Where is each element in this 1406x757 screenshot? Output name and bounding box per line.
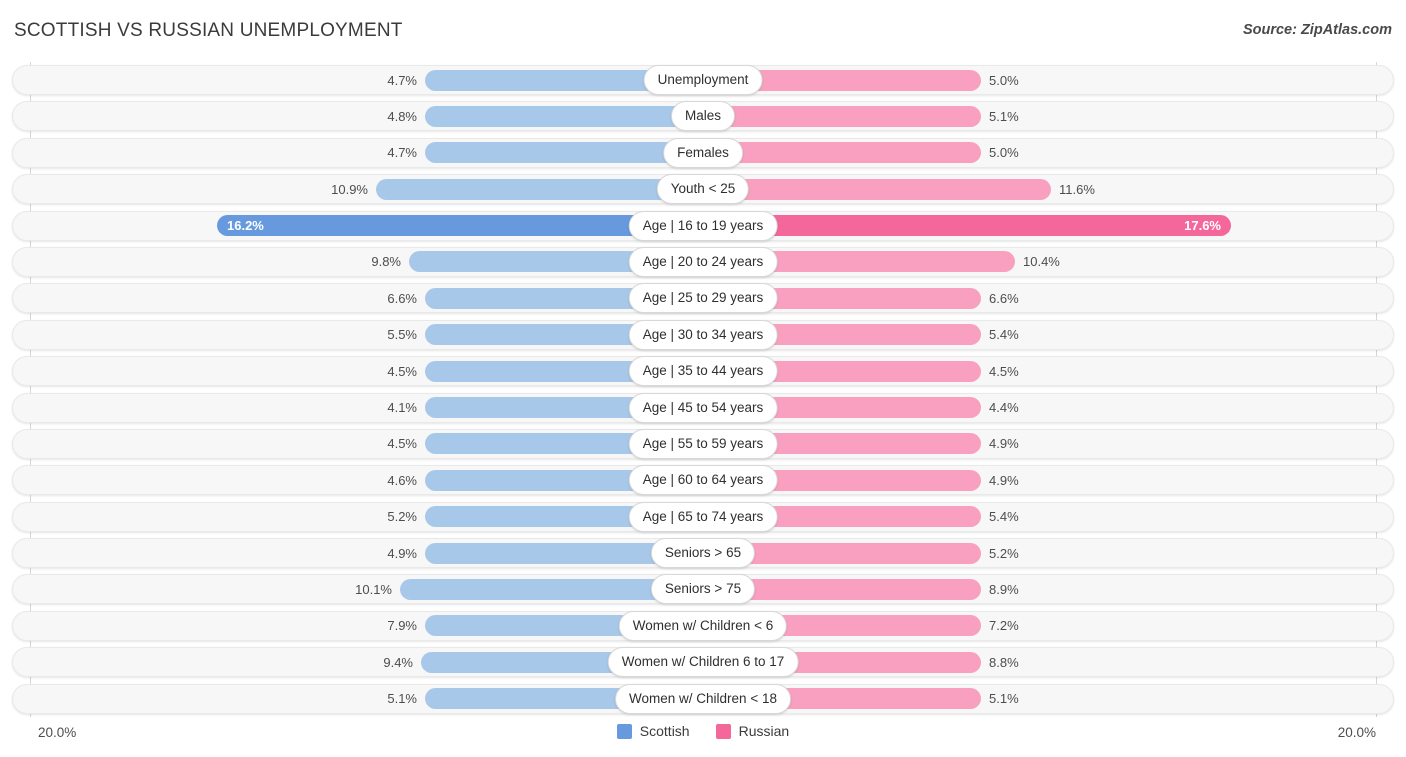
chart-row: 5.5% 5.4% Age | 30 to 34 years <box>0 317 1406 353</box>
value-label-scottish: 5.5% <box>387 327 417 343</box>
category-label-pill: Females <box>663 137 743 168</box>
chart-page: SCOTTISH VS RUSSIAN UNEMPLOYMENT Source:… <box>0 0 1406 757</box>
legend-label: Russian <box>738 723 790 739</box>
category-label-pill: Age | 45 to 54 years <box>628 392 778 423</box>
legend-item[interactable]: Scottish <box>616 723 690 739</box>
legend-swatch-icon <box>616 723 632 739</box>
value-label-russian: 5.2% <box>989 545 1019 561</box>
legend-item[interactable]: Russian <box>715 723 790 739</box>
category-label-pill: Women w/ Children < 6 <box>618 610 788 641</box>
category-label-pill: Males <box>670 101 736 132</box>
value-label-russian: 5.0% <box>989 72 1019 88</box>
chart-row: 5.1% 5.1% Women w/ Children < 18 <box>0 681 1406 717</box>
category-label-pill: Age | 30 to 34 years <box>628 319 778 350</box>
value-label-russian: 5.0% <box>989 145 1019 161</box>
value-label-russian: 11.6% <box>1059 181 1095 197</box>
value-label-russian: 10.4% <box>1023 254 1060 270</box>
chart-footer: 20.0% 20.0% Scottish Russian <box>0 717 1406 757</box>
chart-row: 4.8% 5.1% Males <box>0 98 1406 134</box>
bar-scottish <box>425 142 703 164</box>
value-label-russian: 17.6% <box>1184 218 1221 234</box>
bar-russian <box>703 105 981 127</box>
category-label-pill: Age | 55 to 59 years <box>628 428 778 459</box>
value-label-russian: 4.9% <box>989 436 1019 452</box>
bar-rows-container: 4.7% 5.0% Unemployment 4.8% 5.1% Males 4.7% 5.0… <box>0 62 1406 717</box>
chart-row: 16.2% 17.6% Age | 16 to 19 years <box>0 208 1406 244</box>
category-label-pill: Age | 16 to 19 years <box>628 210 778 241</box>
chart-row: 4.9% 5.2% Seniors > 65 <box>0 535 1406 571</box>
category-label-pill: Age | 25 to 29 years <box>628 283 778 314</box>
value-label-russian: 4.4% <box>989 400 1019 416</box>
category-label-pill: Age | 20 to 24 years <box>628 246 778 277</box>
chart-row: 4.5% 4.5% Age | 35 to 44 years <box>0 353 1406 389</box>
value-label-russian: 6.6% <box>989 290 1019 306</box>
value-label-scottish: 9.8% <box>371 254 401 270</box>
value-label-scottish: 10.9% <box>331 181 368 197</box>
value-label-russian: 4.5% <box>989 363 1019 379</box>
value-label-scottish: 4.9% <box>387 545 417 561</box>
value-label-scottish: 5.1% <box>387 691 417 707</box>
chart-row: 4.7% 5.0% Unemployment <box>0 62 1406 98</box>
legend-swatch-icon <box>715 723 731 739</box>
value-label-scottish: 4.7% <box>387 145 417 161</box>
value-label-scottish: 4.1% <box>387 400 417 416</box>
chart-row: 9.8% 10.4% Age | 20 to 24 years <box>0 244 1406 280</box>
category-label-pill: Women w/ Children < 18 <box>615 683 791 714</box>
value-label-scottish: 4.6% <box>387 472 417 488</box>
chart-row: 4.7% 5.0% Females <box>0 135 1406 171</box>
category-label-pill: Seniors > 75 <box>650 574 756 605</box>
value-label-scottish: 4.7% <box>387 72 417 88</box>
value-label-scottish: 4.5% <box>387 363 417 379</box>
chart-row: 9.4% 8.8% Women w/ Children 6 to 17 <box>0 644 1406 680</box>
category-label-pill: Age | 60 to 64 years <box>628 465 778 496</box>
value-label-scottish: 10.1% <box>355 581 392 597</box>
value-label-scottish: 6.6% <box>387 290 417 306</box>
value-label-russian: 5.4% <box>989 509 1019 525</box>
category-label-pill: Seniors > 65 <box>650 538 756 569</box>
value-label-scottish: 7.9% <box>387 618 417 634</box>
value-label-scottish: 16.2% <box>227 218 264 234</box>
value-label-scottish: 9.4% <box>383 654 413 670</box>
bar-scottish <box>425 105 703 127</box>
category-label-pill: Age | 35 to 44 years <box>628 356 778 387</box>
legend-label: Scottish <box>639 723 690 739</box>
chart-row: 10.9% 11.6% Youth < 25 <box>0 171 1406 207</box>
value-label-scottish: 4.5% <box>387 436 417 452</box>
chart-row: 7.9% 7.2% Women w/ Children < 6 <box>0 608 1406 644</box>
value-label-russian: 5.4% <box>989 327 1019 343</box>
chart-row: 4.6% 4.9% Age | 60 to 64 years <box>0 462 1406 498</box>
value-label-russian: 5.1% <box>989 691 1019 707</box>
bar-russian <box>703 215 1231 237</box>
chart-header: SCOTTISH VS RUSSIAN UNEMPLOYMENT Source:… <box>0 0 1406 62</box>
chart-row: 4.5% 4.9% Age | 55 to 59 years <box>0 426 1406 462</box>
chart-legend: Scottish Russian <box>0 723 1406 739</box>
bar-scottish <box>376 178 703 200</box>
category-label-pill: Age | 65 to 74 years <box>628 501 778 532</box>
value-label-russian: 7.2% <box>989 618 1019 634</box>
bar-russian <box>703 178 1051 200</box>
value-label-russian: 8.8% <box>989 654 1019 670</box>
page-title: SCOTTISH VS RUSSIAN UNEMPLOYMENT <box>14 20 403 41</box>
chart-row: 10.1% 8.9% Seniors > 75 <box>0 571 1406 607</box>
value-label-russian: 4.9% <box>989 472 1019 488</box>
category-label-pill: Women w/ Children 6 to 17 <box>607 647 799 678</box>
value-label-scottish: 4.8% <box>387 108 417 124</box>
category-label-pill: Unemployment <box>643 65 763 95</box>
value-label-scottish: 5.2% <box>387 509 417 525</box>
source-attribution: Source: ZipAtlas.com <box>1242 22 1392 38</box>
value-label-russian: 5.1% <box>989 108 1019 124</box>
bar-russian <box>703 142 981 164</box>
chart-plot-area: 4.7% 5.0% Unemployment 4.8% 5.1% Males 4.7% 5.0… <box>0 62 1406 717</box>
value-label-russian: 8.9% <box>989 581 1019 597</box>
chart-row: 4.1% 4.4% Age | 45 to 54 years <box>0 390 1406 426</box>
chart-row: 6.6% 6.6% Age | 25 to 29 years <box>0 280 1406 316</box>
chart-row: 5.2% 5.4% Age | 65 to 74 years <box>0 499 1406 535</box>
category-label-pill: Youth < 25 <box>656 174 750 205</box>
